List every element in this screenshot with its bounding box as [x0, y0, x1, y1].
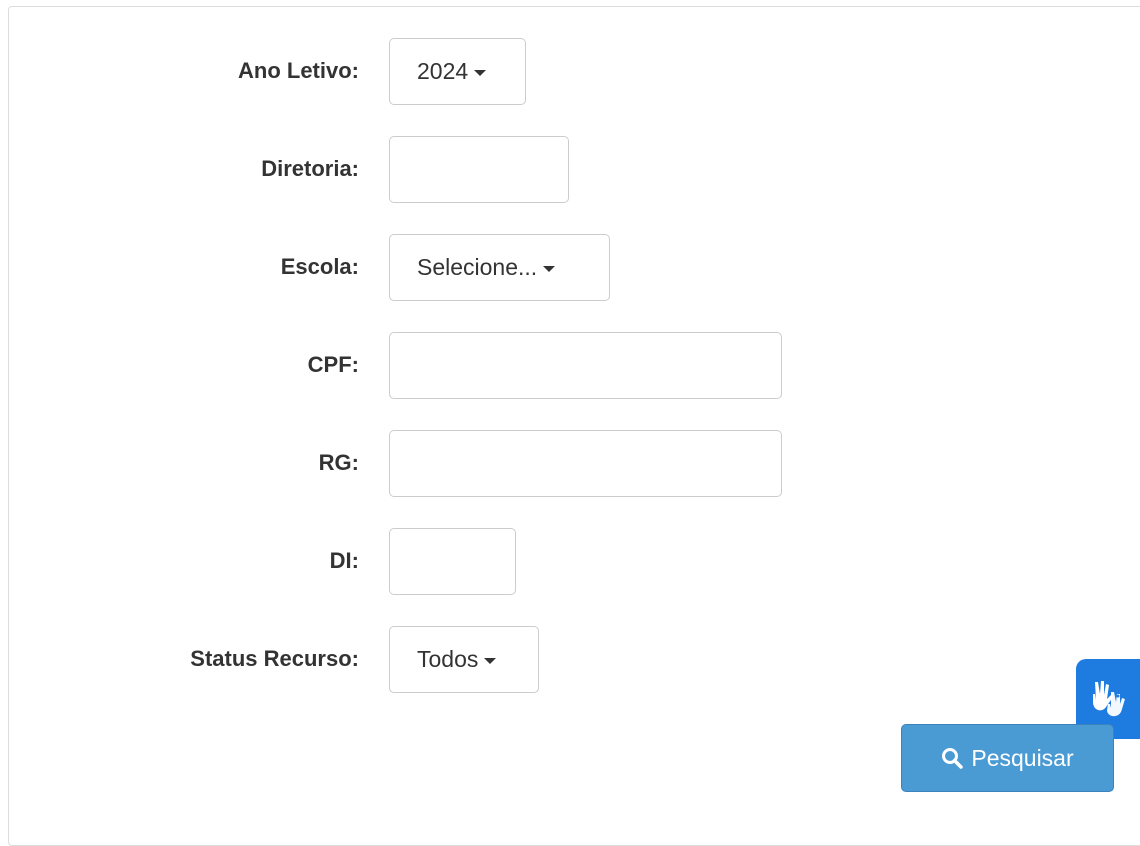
- rg-label: RG:: [318, 450, 359, 475]
- diretoria-label: Diretoria:: [261, 156, 359, 181]
- status-recurso-label: Status Recurso:: [190, 646, 359, 671]
- escola-label: Escola:: [280, 254, 359, 279]
- cpf-label: CPF:: [307, 352, 359, 377]
- sign-language-hands-icon: [1093, 681, 1125, 717]
- caret-down-icon: [484, 657, 497, 664]
- diretoria-field[interactable]: [389, 136, 569, 203]
- caret-down-icon: [474, 69, 487, 76]
- status-recurso-value: Todos: [417, 646, 479, 672]
- search-button-label: Pesquisar: [971, 744, 1074, 771]
- escola-value: Selecione...: [417, 254, 538, 280]
- ano-letivo-value: 2024: [417, 58, 469, 84]
- escola-select[interactable]: Selecione...: [389, 234, 610, 301]
- caret-down-icon: [543, 265, 556, 272]
- search-button[interactable]: Pesquisar: [901, 724, 1114, 792]
- ano-letivo-label: Ano Letivo:: [238, 58, 359, 83]
- ano-letivo-select[interactable]: 2024: [389, 38, 526, 105]
- rg-field[interactable]: [389, 430, 782, 497]
- di-label: DI:: [329, 548, 359, 573]
- search-icon: [942, 748, 964, 769]
- cpf-field[interactable]: [389, 332, 782, 399]
- di-field[interactable]: [389, 528, 516, 595]
- search-form-panel: [8, 6, 1140, 846]
- status-recurso-select[interactable]: Todos: [389, 626, 539, 693]
